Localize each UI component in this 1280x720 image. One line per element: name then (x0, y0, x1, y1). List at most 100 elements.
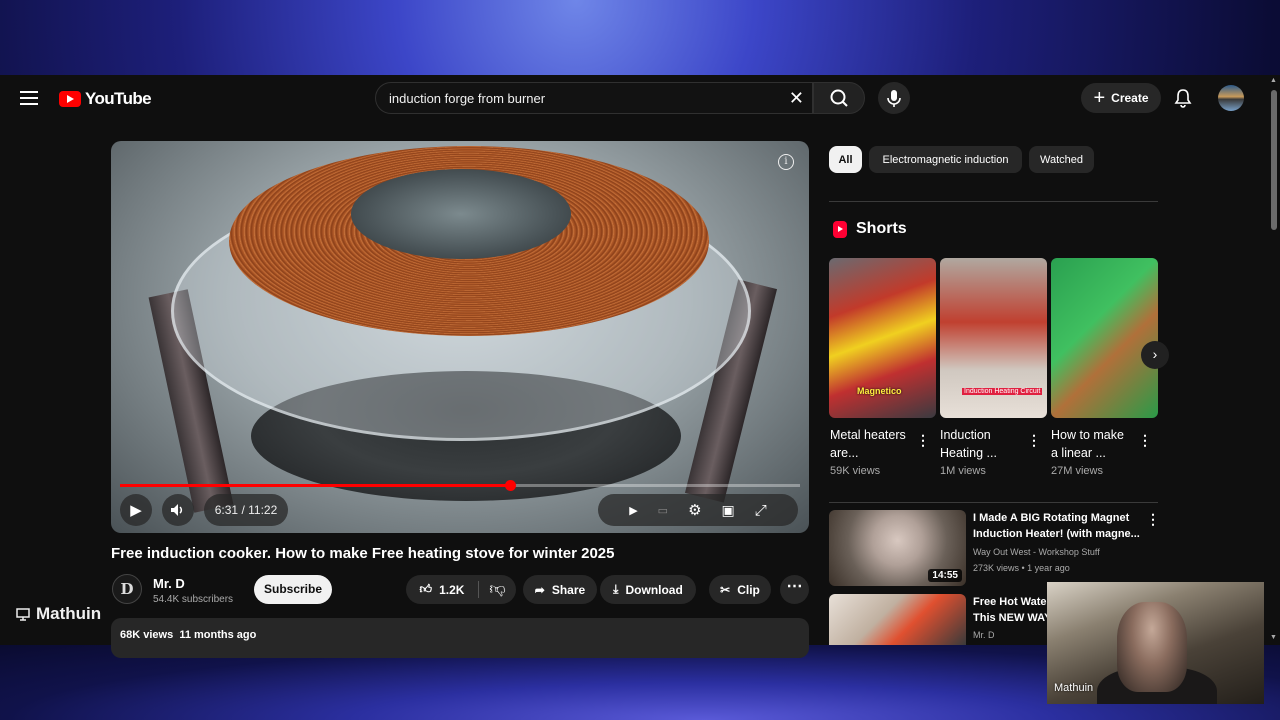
notifications-bell-icon[interactable] (1172, 87, 1194, 109)
short-menu-icon[interactable]: ⋮ (1027, 433, 1041, 447)
play-button[interactable]: ▶ (120, 494, 152, 526)
dislike-button[interactable]: 👎︎ (479, 575, 516, 604)
chip-watched[interactable]: Watched (1029, 146, 1094, 173)
scroll-down-arrow-icon[interactable]: ▼ (1270, 634, 1277, 641)
time-display: 6:31 / 11:22 (204, 494, 288, 526)
short-views: 1M views (940, 465, 986, 477)
subtitles-icon[interactable]: ▭ (658, 504, 668, 517)
share-arrow-icon: ➦ (534, 582, 545, 597)
fullscreen-icon[interactable]: ⤢ (755, 502, 767, 519)
subscriber-count: 54.4K subscribers (153, 594, 234, 605)
microphone-icon (887, 90, 901, 107)
download-label: Download (625, 582, 683, 597)
menu-icon[interactable] (20, 91, 38, 105)
thumbs-up-icon: 👍︎ (419, 582, 433, 596)
divider (829, 201, 1158, 202)
miniplayer-icon[interactable]: ▣ (722, 502, 735, 519)
video-duration: 14:55 (928, 569, 962, 582)
download-icon: ⤓ (613, 582, 619, 596)
more-actions-button[interactable]: ⋯ (780, 575, 809, 604)
view-count: 68K views (120, 629, 174, 641)
related-channel[interactable]: Mr. D (973, 630, 995, 640)
autoplay-toggle-icon[interactable]: ▶ (629, 504, 637, 517)
short-thumbnail[interactable]: Induction Heating Circuit (940, 258, 1047, 418)
search-query: induction forge from burner (389, 90, 546, 106)
share-label: Share (551, 582, 586, 597)
progress-played (120, 484, 510, 487)
info-icon[interactable]: i (778, 154, 794, 170)
thumbs-down-icon: 👎︎ (489, 581, 506, 598)
short-title[interactable]: Induction Heating ... (940, 426, 1020, 462)
title-line: I Made A BIG Rotating Magnet (973, 512, 1130, 524)
divider (829, 502, 1158, 503)
webcam-overlay: Mathuin (1047, 582, 1264, 704)
clip-label: Clip (737, 582, 760, 597)
video-frame-coil-center (351, 169, 571, 259)
channel-avatar[interactable]: D (112, 574, 142, 604)
streamer-watermark: Mathuin (16, 604, 101, 624)
time-text: 6:31 / 11:22 (214, 503, 278, 517)
webcam-person-head (1117, 602, 1187, 692)
related-channel[interactable]: Way Out West - Workshop Stuff (973, 547, 1100, 557)
scrollbar-thumb[interactable] (1271, 90, 1277, 230)
player-right-controls: ▶ ▭ ⚙ ▣ ⤢ (598, 494, 798, 526)
youtube-play-icon (59, 91, 81, 107)
title-line: Induction Heater! (with magne... (973, 528, 1140, 540)
related-video-title[interactable]: Free Hot Water This NEW WAY (973, 594, 1048, 626)
short-menu-icon[interactable]: ⋮ (1138, 433, 1152, 447)
clear-search-icon[interactable]: ✕ (789, 89, 804, 107)
shorts-heading: Shorts (856, 220, 907, 237)
chip-electromagnetic-induction[interactable]: Electromagnetic induction (869, 146, 1022, 173)
related-video-thumbnail[interactable]: 14:55 (829, 510, 966, 586)
title-line: Free Hot Water (973, 596, 1048, 608)
short-thumb-caption: Magnetico (857, 386, 902, 396)
voice-search-button[interactable] (878, 82, 910, 114)
scroll-up-arrow-icon[interactable]: ▲ (1270, 77, 1277, 84)
watermark-text: Mathuin (36, 604, 102, 623)
video-meta: 68K views 11 months ago (120, 629, 256, 641)
related-meta: 273K views • 1 year ago (973, 563, 1070, 573)
scissors-icon: ✂ (720, 582, 731, 597)
search-button[interactable] (813, 82, 865, 114)
play-icon: ▶ (130, 502, 142, 519)
progress-scrubber[interactable] (504, 480, 516, 491)
short-thumb-caption: Induction Heating Circuit (962, 388, 1043, 395)
video-player[interactable]: i ▶ 6:31 / 11:22 ▶ ▭ ⚙ ▣ ⤢ (111, 141, 809, 533)
short-thumbnail[interactable]: Magnetico (829, 258, 936, 418)
short-views: 27M views (1051, 465, 1103, 477)
short-thumbnail[interactable] (1051, 258, 1158, 418)
video-title: Free induction cooker. How to make Free … (111, 545, 615, 562)
webcam-label: Mathuin (1054, 682, 1094, 694)
short-title[interactable]: Metal heaters are... (830, 426, 910, 462)
create-label: Create (1111, 91, 1149, 105)
clip-button[interactable]: ✂ Clip (709, 575, 771, 604)
short-title[interactable]: How to make a linear ... (1051, 426, 1131, 462)
related-video-title[interactable]: I Made A BIG Rotating Magnet Induction H… (973, 510, 1143, 542)
shorts-next-arrow-icon[interactable]: › (1141, 341, 1169, 369)
short-views: 59K views (830, 465, 881, 477)
related-menu-icon[interactable]: ⋮ (1146, 512, 1160, 526)
title-line: This NEW WAY (973, 612, 1048, 624)
related-video-thumbnail[interactable] (829, 594, 966, 645)
share-button[interactable]: ➦ Share (523, 575, 597, 604)
create-button[interactable]: + Create (1081, 83, 1161, 113)
volume-button[interactable] (162, 494, 194, 526)
like-dislike-group: 👍︎ 1.2K 👎︎ (406, 575, 516, 604)
chip-all[interactable]: All (829, 146, 862, 173)
monitor-icon (16, 607, 30, 621)
search-icon (830, 89, 848, 107)
progress-bar[interactable] (120, 480, 800, 491)
download-button[interactable]: ⤓ Download (600, 575, 696, 604)
search-input[interactable]: induction forge from burner ✕ (375, 82, 813, 114)
like-button[interactable]: 👍︎ 1.2K (406, 575, 478, 604)
shorts-icon (833, 221, 847, 238)
youtube-logo[interactable]: YouTube (59, 89, 152, 109)
volume-icon (171, 504, 183, 516)
upload-age: 11 months ago (179, 629, 257, 641)
short-menu-icon[interactable]: ⋮ (916, 433, 930, 447)
account-avatar[interactable] (1218, 85, 1244, 111)
channel-name[interactable]: Mr. D (153, 576, 185, 591)
subscribe-button[interactable]: Subscribe (254, 575, 332, 604)
settings-gear-icon[interactable]: ⚙ (688, 501, 701, 519)
logo-text: YouTube (85, 89, 152, 108)
